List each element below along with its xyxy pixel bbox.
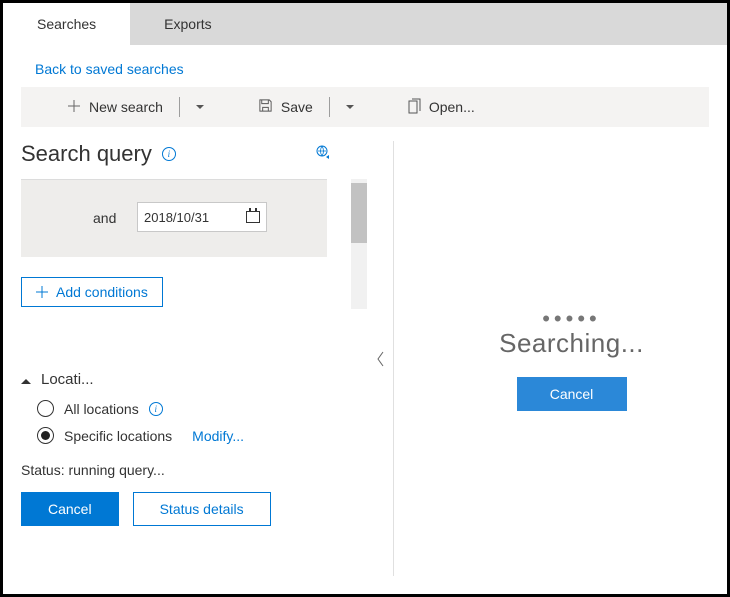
content-area: Back to saved searches New search Save O… [3,45,727,594]
divider [179,97,180,117]
query-conditions-box: and 2018/10/31 [21,179,327,257]
chevron-up-icon [21,374,31,384]
chevron-left-icon[interactable] [376,350,386,368]
all-locations-radio[interactable]: All locations i [37,400,369,417]
calendar-icon[interactable] [246,211,260,223]
save-label: Save [281,99,313,115]
tab-bar: Searches Exports [3,3,727,45]
tab-searches[interactable]: Searches [3,3,130,45]
scrollbar-thumb[interactable] [351,183,367,243]
cancel-search-button[interactable]: Cancel [517,377,627,411]
language-icon[interactable] [315,144,333,165]
plus-icon [36,286,48,298]
condition-join-and: and [93,210,116,226]
open-icon [408,98,421,117]
tab-exports[interactable]: Exports [130,3,245,45]
open-label: Open... [429,99,475,115]
save-icon [258,98,273,116]
save-button[interactable]: Save [248,87,323,127]
pane-splitter [369,141,393,576]
modify-link[interactable]: Modify... [192,428,244,444]
divider [329,97,330,117]
results-pane: ••••• Searching... Cancel [394,141,730,576]
add-conditions-button[interactable]: Add conditions [21,277,163,307]
date-input[interactable]: 2018/10/31 [137,202,267,232]
open-button[interactable]: Open... [398,87,485,127]
query-pane: Search query i and 2018/10/31 [21,141,369,576]
locations-header[interactable]: Locati... [21,371,369,388]
new-search-dropdown[interactable] [186,87,214,127]
specific-locations-label: Specific locations [64,428,172,444]
status-details-button[interactable]: Status details [133,492,271,526]
search-query-title-text: Search query [21,141,152,167]
info-icon[interactable]: i [162,147,176,161]
info-icon[interactable]: i [149,402,163,416]
radio-icon [37,427,54,444]
search-query-title: Search query i [21,141,176,167]
radio-icon [37,400,54,417]
plus-icon [67,99,81,116]
new-search-label: New search [89,99,163,115]
status-value: running query... [68,462,164,478]
locations-header-label: Locati... [41,371,94,388]
status-label: Status: [21,462,65,478]
date-value: 2018/10/31 [144,210,209,225]
new-search-button[interactable]: New search [57,87,173,127]
searching-label: Searching... [499,328,644,359]
cancel-button[interactable]: Cancel [21,492,119,526]
add-conditions-label: Add conditions [56,284,148,300]
back-to-saved-searches-link[interactable]: Back to saved searches [35,61,709,77]
locations-section: Locati... All locations i Specific locat… [21,371,369,444]
save-dropdown[interactable] [336,87,364,127]
status-text: Status: running query... [21,462,369,478]
all-locations-label: All locations [64,401,139,417]
specific-locations-radio[interactable]: Specific locations Modify... [37,427,369,444]
command-bar: New search Save Open... [21,87,709,127]
